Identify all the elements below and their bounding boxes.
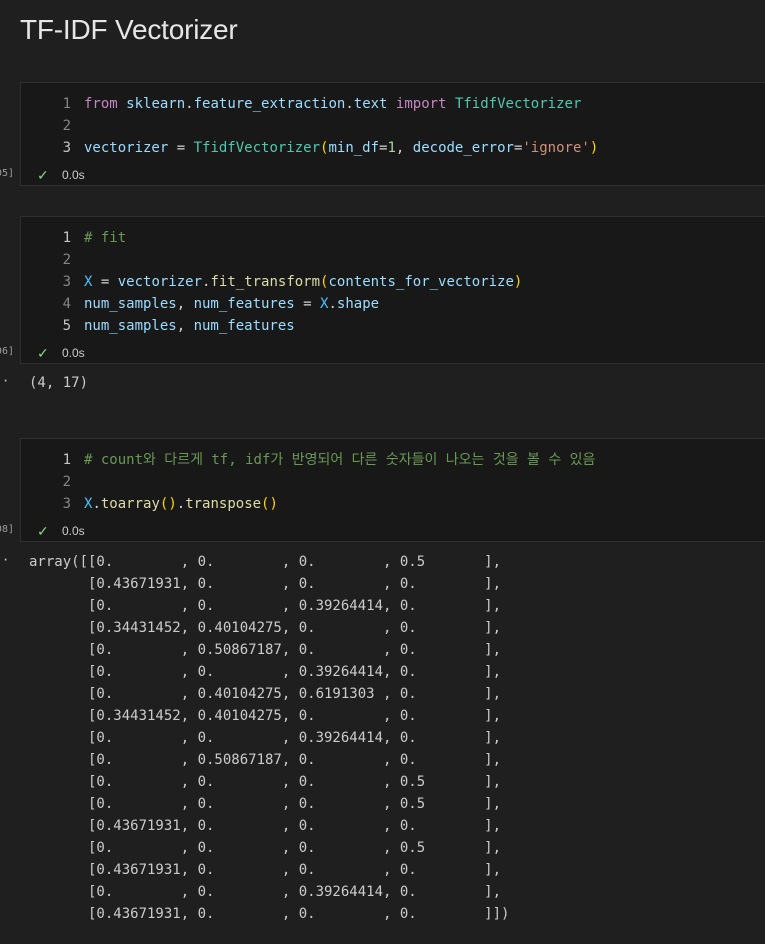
line-number: 2 [62, 252, 71, 268]
code-token: sklearn [126, 96, 186, 112]
code-token: transpose [185, 496, 262, 512]
code-line[interactable]: 3 X.toarray().transpose() [21, 493, 765, 515]
output-collapse-handle[interactable]: · [2, 374, 9, 388]
code-token: # count와 다르게 tf, idf가 반영되어 다른 숫자들이 나오는 것… [84, 452, 596, 468]
line-number: 1 [62, 230, 71, 246]
code-token: . [345, 96, 354, 112]
check-icon: ✓ [37, 345, 49, 361]
code-token: num_samples [84, 296, 177, 312]
execution-count: [106] [0, 346, 14, 357]
cell-editor[interactable]: 1 from sklearn.feature_extraction.text im… [21, 83, 765, 159]
code-token: fit_transform [210, 274, 321, 290]
code-token: , [395, 140, 413, 156]
code-text: num_samples, num_features [84, 315, 295, 337]
code-line[interactable]: 1 # count와 다르게 tf, idf가 반영되어 다른 숫자들이 나오는 … [21, 449, 765, 471]
code-token: ) [513, 274, 523, 290]
code-text: # count와 다르게 tf, idf가 반영되어 다른 숫자들이 나오는 것… [84, 449, 595, 471]
code-token: . [185, 96, 194, 112]
output-collapse-handle[interactable]: · [2, 553, 9, 567]
line-number: 2 [62, 474, 71, 490]
line-number: 1 [62, 452, 71, 468]
line-number: 5 [62, 318, 71, 334]
code-token: = [92, 274, 118, 290]
code-token: TfidfVectorizer [454, 96, 582, 112]
code-token: decode_error [412, 140, 514, 156]
code-token: . [92, 496, 101, 512]
code-token: , [176, 296, 194, 312]
line-number: 3 [62, 274, 71, 290]
line-number: 1 [62, 96, 71, 112]
code-line[interactable]: 4 num_samples, num_features = X.shape [21, 293, 765, 315]
code-line[interactable]: 1 # fit [21, 227, 765, 249]
code-text: X = vectorizer.fit_transform(contents_fo… [84, 271, 522, 293]
code-line[interactable]: 2 [21, 115, 765, 137]
code-text: # fit [84, 227, 126, 249]
code-token: ) [589, 140, 599, 156]
cell-output: array([[0. , 0. , 0. , 0.5 ], [0.4367193… [29, 554, 510, 922]
code-cell-1[interactable]: 1 from sklearn.feature_extraction.text im… [20, 82, 765, 186]
code-token: . [328, 296, 337, 312]
code-text: vectorizer = TfidfVectorizer(min_df=1, d… [84, 137, 598, 159]
code-token: feature_extraction [193, 96, 346, 112]
cell-output: (4, 17) [29, 375, 89, 391]
line-number: 2 [62, 118, 71, 134]
code-token: num_samples [84, 318, 177, 334]
line-number: 3 [62, 496, 71, 512]
code-token: shape [336, 296, 380, 312]
code-token: () [159, 496, 177, 512]
code-token: text [353, 96, 388, 112]
code-text: X.toarray().transpose() [84, 493, 278, 515]
code-cell-2[interactable]: 1 # fit 2 3 X = vectorizer.fit_transform(con… [20, 216, 765, 364]
execution-time: 0.0s [62, 168, 85, 182]
code-token: vectorizer [84, 140, 169, 156]
code-token: num_features [193, 296, 295, 312]
code-token: , [176, 318, 194, 334]
code-line[interactable]: 3 vectorizer = TfidfVectorizer(min_df=1, … [21, 137, 765, 159]
code-token: vectorizer [117, 274, 203, 290]
code-token: min_df [328, 140, 380, 156]
check-icon: ✓ [37, 167, 49, 183]
line-number: 3 [62, 140, 71, 156]
check-icon: ✓ [37, 523, 49, 539]
execution-count: [105] [0, 168, 14, 179]
markdown-heading: TF-IDF Vectorizer [20, 14, 238, 45]
code-token: . [176, 496, 186, 512]
code-line[interactable]: 5 num_samples, num_features [21, 315, 765, 337]
code-token: () [261, 496, 278, 512]
code-token: from [84, 96, 118, 112]
code-line[interactable]: 3 X = vectorizer.fit_transform(contents_f… [21, 271, 765, 293]
line-number: 4 [62, 296, 71, 312]
code-cell-3[interactable]: 1 # count와 다르게 tf, idf가 반영되어 다른 숫자들이 나오는 … [20, 438, 765, 542]
code-token: # fit [84, 230, 127, 246]
code-token: toarray [100, 496, 160, 512]
code-token: num_features [193, 318, 295, 334]
code-token: TfidfVectorizer [193, 140, 321, 156]
code-token: contents_for_vectorize [328, 274, 514, 290]
code-line[interactable]: 2 [21, 471, 765, 493]
code-token: import [395, 96, 447, 112]
code-text: from sklearn.feature_extraction.text imp… [84, 93, 581, 115]
cell-editor[interactable]: 1 # fit 2 3 X = vectorizer.fit_transform(con… [21, 217, 765, 337]
code-line[interactable]: 2 [21, 249, 765, 271]
code-line[interactable]: 1 from sklearn.feature_extraction.text im… [21, 93, 765, 115]
code-token: 1 [387, 140, 396, 156]
execution-time: 0.0s [62, 346, 85, 360]
code-text: num_samples, num_features = X.shape [84, 293, 379, 315]
execution-time: 0.0s [62, 524, 85, 538]
code-token: = [294, 296, 321, 312]
execution-count: [108] [0, 524, 14, 535]
cell-editor[interactable]: 1 # count와 다르게 tf, idf가 반영되어 다른 숫자들이 나오는 … [21, 439, 765, 515]
code-token: 'ignore' [522, 140, 590, 156]
code-token: = [168, 140, 194, 156]
